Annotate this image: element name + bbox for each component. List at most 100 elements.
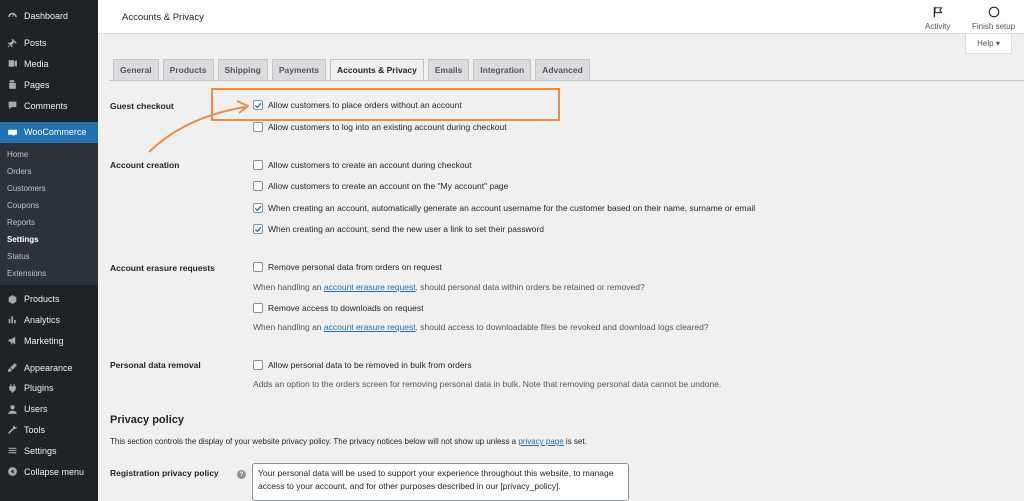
sidebar-item-posts[interactable]: Posts [0,33,98,54]
privacy-page-link[interactable]: privacy page [518,437,563,446]
password-link-option[interactable]: When creating an account, send the new u… [253,224,544,234]
help-tip-icon[interactable]: ? [237,470,246,479]
submenu-item-customers[interactable]: Customers [0,180,98,197]
sidebar-item-analytics[interactable]: Analytics [0,310,98,331]
finish-setup-label: Finish setup [972,22,1016,31]
auto-username-checkbox[interactable] [253,203,263,213]
option-label: Allow customers to place orders without … [268,100,462,110]
account-myaccount-option[interactable]: Allow customers to create an account on … [253,181,508,191]
account-checkout-checkbox[interactable] [253,160,263,170]
tab-payments[interactable]: Payments [271,59,327,80]
progress-circle-icon [988,6,999,18]
help-button[interactable]: Help ▾ [965,34,1012,54]
option-label: When creating an account, send the new u… [268,224,544,234]
collapse-menu-button[interactable]: Collapse menu [0,461,98,482]
registration-privacy-label: Registration privacy policy [110,468,219,478]
guest-checkout-option[interactable]: Allow customers to place orders without … [253,100,462,110]
bulk-removal-checkbox[interactable] [253,360,263,370]
sidebar-item-settings[interactable]: Settings [0,440,98,461]
sidebar-item-products[interactable]: Products [0,289,98,310]
page-title: Accounts & Privacy [122,12,204,23]
tab-shipping[interactable]: Shipping [217,59,268,80]
sidebar-item-label: Comments [24,100,68,111]
sidebar-item-comments[interactable]: Comments [0,95,98,116]
tab-divider [109,80,1024,81]
remove-downloads-description: When handling an account erasure request… [253,322,709,332]
option-label: Remove personal data from orders on requ… [268,262,442,272]
sidebar-item-dashboard[interactable]: Dashboard [0,6,98,27]
account-checkout-option[interactable]: Allow customers to create an account dur… [253,160,472,170]
password-link-checkbox[interactable] [253,224,263,234]
option-label: Allow customers to create an account dur… [268,160,472,170]
sidebar-item-marketing[interactable]: Marketing [0,330,98,351]
woocommerce-icon [6,126,18,138]
sidebar-item-media[interactable]: Media [0,54,98,75]
erasure-request-link[interactable]: account erasure request [324,282,416,292]
account-creation-label: Account creation [110,160,180,170]
sidebar-item-woocommerce[interactable]: WooCommerce [0,121,98,143]
sidebar-item-label: Media [24,58,49,69]
submenu-item-settings[interactable]: Settings [0,231,98,248]
data-removal-label: Personal data removal [110,360,201,370]
remove-order-data-option[interactable]: Remove personal data from orders on requ… [253,262,442,272]
woocommerce-submenu: Home Orders Customers Coupons Reports Se… [0,142,98,285]
collapse-icon [6,466,18,478]
activity-button[interactable]: Activity [925,6,950,31]
bulk-removal-option[interactable]: Allow personal data to be removed in bul… [253,360,472,370]
sidebar-item-label: Users [24,404,48,415]
admin-sidebar: Dashboard Posts Media Pages Comments Woo… [0,0,98,501]
sidebar-item-label: Posts [24,38,47,49]
submenu-item-status[interactable]: Status [0,248,98,265]
submenu-item-home[interactable]: Home [0,146,98,163]
settings-icon [6,445,18,457]
settings-tabs: General Products Shipping Payments Accou… [113,59,594,80]
tab-accounts-privacy[interactable]: Accounts & Privacy [330,59,424,80]
account-myaccount-checkbox[interactable] [253,181,263,191]
submenu-item-coupons[interactable]: Coupons [0,197,98,214]
dashboard-icon [6,10,18,22]
analytics-icon [6,314,18,326]
submenu-item-reports[interactable]: Reports [0,214,98,231]
comments-icon [6,100,18,112]
tab-products[interactable]: Products [162,59,214,80]
sidebar-item-appearance[interactable]: Appearance [0,357,98,378]
registration-privacy-textarea[interactable]: Your personal data will be used to suppo… [252,463,629,501]
erasure-requests-label: Account erasure requests [110,263,215,273]
tab-general[interactable]: General [113,59,159,80]
erasure-request-link[interactable]: account erasure request [324,322,416,332]
sidebar-item-pages[interactable]: Pages [0,74,98,95]
guest-login-checkbox[interactable] [253,122,263,132]
sidebar-item-label: Collapse menu [24,466,85,477]
remove-downloads-checkbox[interactable] [253,303,263,313]
tab-emails[interactable]: Emails [427,59,470,80]
checkmark-icon [254,205,262,211]
sidebar-item-label: Appearance [24,362,73,373]
products-icon [6,293,18,305]
top-header-bar: Accounts & Privacy Activity Finish setup [98,0,1024,34]
remove-order-data-checkbox[interactable] [253,262,263,272]
appearance-icon [6,362,18,374]
option-label: Allow customers to create an account on … [268,181,509,191]
submenu-item-extensions[interactable]: Extensions [0,265,98,282]
guest-login-option[interactable]: Allow customers to log into an existing … [253,122,507,132]
pin-icon [6,37,18,49]
sidebar-item-label: Tools [24,424,46,435]
remove-downloads-option[interactable]: Remove access to downloads on request [253,303,423,313]
tab-integration[interactable]: Integration [473,59,532,80]
sidebar-item-label: Plugins [24,383,54,394]
finish-setup-button[interactable]: Finish setup [972,6,1015,31]
option-label: When creating an account, automatically … [268,203,756,213]
sidebar-item-plugins[interactable]: Plugins [0,378,98,399]
auto-username-option[interactable]: When creating an account, automatically … [253,203,755,213]
media-icon [6,58,18,70]
guest-orders-checkbox[interactable] [253,100,263,110]
option-label: Remove access to downloads on request [268,303,424,313]
tab-advanced[interactable]: Advanced [535,59,590,80]
sidebar-item-label: Products [24,294,60,305]
plugins-icon [6,382,18,394]
checkmark-icon [254,102,262,108]
sidebar-item-label: Analytics [24,314,61,325]
submenu-item-orders[interactable]: Orders [0,163,98,180]
sidebar-item-users[interactable]: Users [0,399,98,420]
sidebar-item-tools[interactable]: Tools [0,420,98,441]
